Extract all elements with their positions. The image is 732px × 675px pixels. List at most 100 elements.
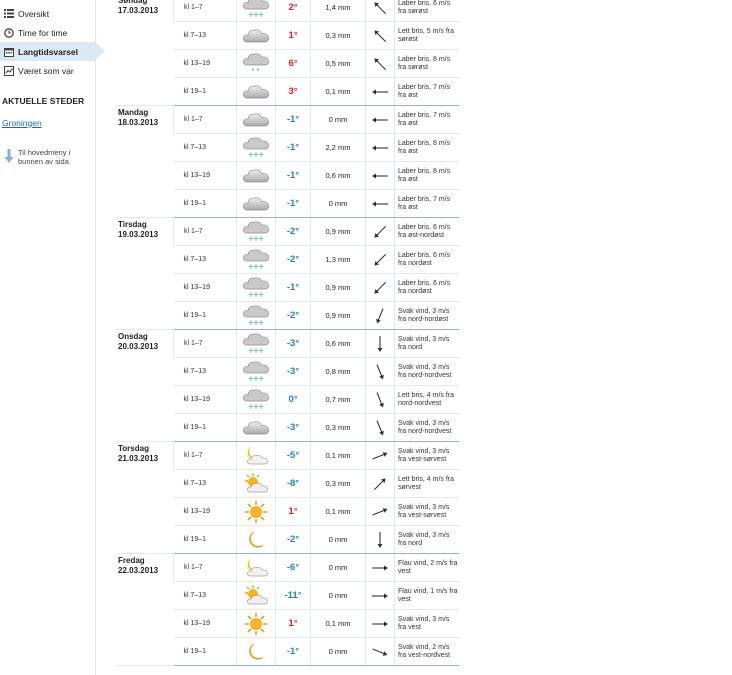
- wind-description-cell: Laber bris, 8 m/s fra øst: [394, 133, 459, 162]
- wind-arrow-icon: [365, 133, 395, 162]
- cloud-snow-icon: [236, 217, 276, 246]
- precipitation-cell: 0 mm: [310, 581, 366, 610]
- wind-arrow-icon: [365, 413, 395, 442]
- precipitation-cell: 0,3 mm: [310, 413, 366, 442]
- temperature-cell: -2°: [275, 245, 311, 274]
- moon-cloud-icon: [236, 441, 276, 470]
- wind-arrow-icon: [365, 609, 395, 638]
- cloud-icon: [236, 413, 276, 442]
- cloud-icon: [236, 189, 276, 218]
- period-cell: kl 1–7: [173, 441, 237, 470]
- temperature-cell: -5°: [275, 441, 311, 470]
- wind-description-cell: Lett bris, 4 m/s fra nord-nordvest: [394, 385, 459, 414]
- wind-description-cell: Svak vind, 3 m/s fra nord-nordvest: [394, 357, 459, 386]
- wind-arrow-icon: [365, 161, 395, 190]
- day-cell: Onsdag 20.03.2013: [116, 329, 174, 442]
- period-cell: kl 13–19: [173, 161, 237, 190]
- precipitation-cell: 0 mm: [310, 525, 366, 554]
- cloud-icon: [236, 77, 276, 106]
- precipitation-cell: 0,6 mm: [310, 329, 366, 358]
- nav-item-oversikt[interactable]: Oversikt: [0, 4, 95, 23]
- period-cell: kl 7–13: [173, 245, 237, 274]
- temperature-cell: 1°: [275, 21, 311, 50]
- precipitation-cell: 0 mm: [310, 105, 366, 134]
- temperature-cell: 0°: [275, 385, 311, 414]
- wind-description-cell: Svak vind, 3 m/s fra nord: [394, 329, 459, 358]
- wind-description-cell: Lett bris, 4 m/s fra sørvest: [394, 469, 459, 498]
- wind-description-cell: Laber bris, 6 m/s fra sørøst: [394, 0, 459, 22]
- period-cell: kl 19–1: [173, 189, 237, 218]
- list-icon: [4, 9, 14, 19]
- cloud-snow-icon: [236, 301, 276, 330]
- period-cell: kl 7–13: [173, 21, 237, 50]
- wind-description-cell: Laber bris, 6 m/s fra nordøst: [394, 273, 459, 302]
- wind-arrow-icon: [365, 273, 395, 302]
- wind-description-cell: Flau vind, 2 m/s fra vest: [394, 553, 459, 582]
- temperature-cell: -1°: [275, 161, 311, 190]
- precipitation-cell: 0,5 mm: [310, 49, 366, 78]
- calendar-icon: [4, 47, 14, 57]
- day-date: 22.03.2013: [118, 566, 159, 575]
- wind-description-cell: Svak vind, 3 m/s fra vest-sørvest: [394, 441, 459, 470]
- cloud-snow-icon: [236, 385, 276, 414]
- period-cell: kl 19–1: [173, 77, 237, 106]
- sun-cloud-icon: [236, 469, 276, 498]
- clock-icon: [4, 27, 14, 38]
- sun-cloud-icon: [236, 581, 276, 610]
- nav-item-vaeret-som-var[interactable]: Været som var: [0, 61, 95, 80]
- main-menu-link[interactable]: Til hovedmeny i bunnen av sida: [4, 148, 95, 166]
- temperature-cell: 1°: [275, 609, 311, 638]
- cloud-snow-icon: [236, 0, 276, 22]
- forecast-row: Fredag 22.03.2013 kl 1–7 -6° 0 mm Flau vind, …: [116, 553, 459, 666]
- precipitation-cell: 2,2 mm: [310, 133, 366, 162]
- cloud-icon: [236, 21, 276, 50]
- period-cell: kl 19–1: [173, 413, 237, 442]
- nav-item-langtidsvarsel[interactable]: Langtidsvarsel: [0, 42, 105, 61]
- temperature-cell: 3°: [275, 77, 311, 106]
- temperature-cell: -11°: [275, 581, 311, 610]
- wind-description-cell: Svak vind, 3 m/s fra nord: [394, 525, 459, 554]
- wind-description-cell: Laber bris, 6 m/s fra øst-nordøst: [394, 217, 459, 246]
- main-menu-link-label: Til hovedmeny i bunnen av sida: [18, 148, 71, 166]
- precipitation-cell: 1,3 mm: [310, 245, 366, 274]
- day-name: Mandag: [118, 108, 149, 117]
- cloud-icon: [236, 105, 276, 134]
- temperature-cell: -1°: [275, 105, 311, 134]
- place-link-groningen[interactable]: Groningen: [2, 118, 95, 128]
- wind-arrow-icon: [365, 301, 395, 330]
- wind-description-cell: Svak vind, 2 m/s fra vest-nordvest: [394, 637, 459, 666]
- wind-description-cell: Lett bris, 5 m/s fra sørøst: [394, 21, 459, 50]
- wind-arrow-icon: [365, 49, 395, 78]
- day-date: 19.03.2013: [118, 230, 159, 239]
- temperature-cell: -3°: [275, 413, 311, 442]
- temperature-cell: 1°: [275, 497, 311, 526]
- nav-label: Oversikt: [18, 8, 50, 19]
- day-name: Tirsdag: [118, 220, 147, 229]
- temperature-cell: -1°: [275, 133, 311, 162]
- period-cell: kl 7–13: [173, 133, 237, 162]
- day-date: 21.03.2013: [118, 454, 159, 463]
- nav-item-time-for-time[interactable]: Time for time: [0, 23, 95, 42]
- nav-label: Langtidsvarsel: [18, 46, 78, 57]
- nav-label: Time for time: [18, 27, 68, 38]
- sidebar: Oversikt Time for time Langtidsvarsel Væ…: [0, 0, 105, 675]
- forecast-row: Onsdag 20.03.2013 kl 1–7 -3° 0,6 mm Svak vind…: [116, 329, 459, 442]
- wind-arrow-icon: [365, 385, 395, 414]
- wind-arrow-icon: [365, 357, 395, 386]
- period-cell: kl 19–1: [173, 637, 237, 666]
- wind-arrow-icon: [365, 637, 395, 666]
- nav-label: Været som var: [18, 65, 74, 76]
- temperature-cell: -3°: [275, 329, 311, 358]
- precipitation-cell: 0,9 mm: [310, 217, 366, 246]
- wind-arrow-icon: [365, 441, 395, 470]
- chart-icon: [4, 65, 14, 76]
- wind-description-cell: Laber bris, 7 m/s fra øst: [394, 105, 459, 134]
- section-title: AKTUELLE STEDER: [2, 96, 85, 106]
- precipitation-cell: 0 mm: [310, 189, 366, 218]
- temperature-cell: -8°: [275, 469, 311, 498]
- period-cell: kl 13–19: [173, 385, 237, 414]
- wind-arrow-icon: [365, 77, 395, 106]
- wind-arrow-icon: [365, 217, 395, 246]
- precipitation-cell: 0,1 mm: [310, 441, 366, 470]
- precipitation-cell: 0,1 mm: [310, 609, 366, 638]
